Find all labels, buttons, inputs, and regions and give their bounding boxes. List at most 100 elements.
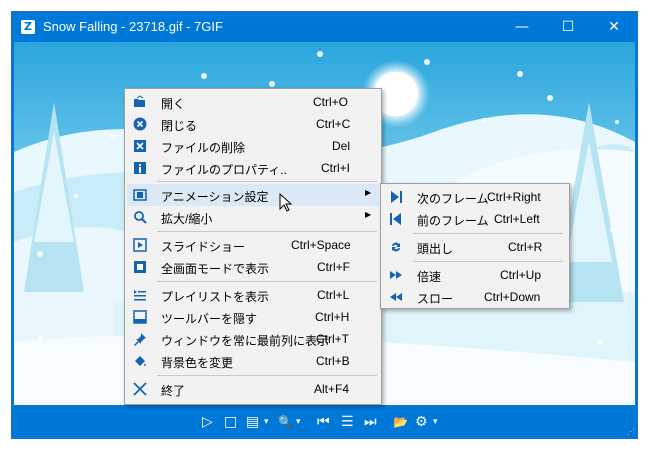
zoom-button[interactable]: 🔍 — [278, 413, 293, 431]
playlist-button[interactable]: ☰ — [341, 413, 354, 431]
menu-separator — [413, 233, 563, 234]
animation-icon — [133, 189, 147, 201]
menu-item-label: ツールバーを隠す — [161, 312, 258, 326]
submenu-item-shortcut: Ctrl+R — [508, 240, 543, 254]
menu-item-hide-toolbar[interactable]: ツールバーを隠す Ctrl+H — [127, 306, 379, 328]
player-toolbar: ▷ □ ▤ ▾ 🔍 ▾ ⏮ ☰ ⏭ 📂 ⚙ ▾ ⋰ — [12, 405, 637, 438]
submenu-item-label: 前のフレーム — [417, 214, 489, 228]
menu-item-label: 終了 — [161, 384, 186, 398]
open-icon — [134, 95, 145, 107]
menu-item-properties[interactable]: ファイルのプロパティ.. Ctrl+I — [127, 157, 379, 179]
menu-item-close[interactable]: 閉じる Ctrl+C — [127, 113, 379, 135]
menu-item-shortcut: Ctrl+B — [316, 354, 350, 368]
menu-item-shortcut: Ctrl+C — [316, 117, 351, 131]
submenu-item-shortcut: Ctrl+Up — [500, 268, 542, 282]
menu-item-label: 開く — [161, 97, 186, 111]
mouse-cursor-icon — [279, 193, 293, 212]
toolbar-icon — [133, 310, 147, 324]
menu-item-playlist[interactable]: プレイリストを表示 Ctrl+L — [127, 284, 379, 306]
menu-item-open[interactable]: 開く Ctrl+O — [127, 91, 379, 113]
window-title: Snow Falling - 23718.gif - 7GIF — [43, 19, 223, 34]
submenu-item-label: 頭出し — [417, 242, 454, 256]
frames-dropdown-icon[interactable]: ▾ — [264, 413, 269, 431]
menu-item-label: スライドショー — [161, 240, 246, 254]
menu-separator — [157, 281, 377, 282]
menu-item-shortcut: Ctrl+L — [317, 288, 350, 302]
menu-item-shortcut: Ctrl+T — [316, 332, 349, 346]
menu-item-shortcut: Ctrl+O — [313, 95, 349, 109]
menu-separator — [157, 231, 377, 232]
menu-item-delete[interactable]: ファイルの削除 Del — [127, 135, 379, 157]
minimize-button[interactable]: — — [499, 12, 545, 42]
next-button[interactable]: ⏭ — [364, 413, 377, 431]
close-button[interactable]: ✕ — [591, 12, 637, 42]
slideshow-icon — [133, 238, 147, 252]
submenu-item-prev-frame[interactable]: 前のフレーム Ctrl+Left — [383, 208, 567, 230]
previous-button[interactable]: ⏮ — [317, 413, 330, 431]
menu-item-exit[interactable]: 終了 Alt+F4 — [127, 378, 379, 400]
settings-button[interactable]: ⚙ — [415, 413, 428, 431]
menu-item-slideshow[interactable]: スライドショー Ctrl+Space — [127, 234, 379, 256]
app-logo-icon: Z — [21, 20, 35, 34]
submenu-item-shortcut: Ctrl+Down — [484, 290, 541, 304]
menu-item-shortcut: Ctrl+I — [321, 161, 351, 175]
menu-item-zoom[interactable]: 拡大/縮小 ▶ — [127, 206, 379, 228]
open-folder-button[interactable]: 📂 — [393, 413, 408, 431]
submenu-item-next-frame[interactable]: 次のフレーム Ctrl+Right — [383, 186, 567, 208]
rewind-icon — [392, 242, 400, 252]
close-file-icon — [133, 117, 147, 131]
menu-item-label: 全画面モードで表示 — [161, 262, 270, 276]
prev-frame-icon — [390, 213, 401, 225]
menu-item-fullscreen[interactable]: 全画面モードで表示 Ctrl+F — [127, 256, 379, 278]
pin-icon — [134, 333, 146, 346]
context-menu: 開く Ctrl+O 閉じる Ctrl+C ファイルの削除 Del ファイルのプロ… — [124, 88, 382, 405]
submenu-item-rewind[interactable]: 頭出し Ctrl+R — [383, 236, 567, 258]
submenu-item-label: スロー — [417, 292, 454, 306]
menu-item-label: ウィンドウを常に最前列に表示 — [161, 334, 330, 348]
settings-dropdown-icon[interactable]: ▾ — [433, 413, 438, 431]
zoom-dropdown-icon[interactable]: ▾ — [296, 413, 301, 431]
delete-icon — [134, 140, 146, 152]
stop-button[interactable]: □ — [224, 413, 237, 431]
submenu-item-fast[interactable]: 倍速 Ctrl+Up — [383, 264, 567, 286]
menu-item-label: ファイルのプロパティ.. — [161, 163, 287, 177]
playlist-icon — [134, 290, 146, 301]
next-frame-icon — [391, 191, 402, 203]
zoom-icon — [134, 211, 147, 224]
submenu-item-slow[interactable]: スロー Ctrl+Down — [383, 286, 567, 308]
play-button[interactable]: ▷ — [202, 413, 213, 431]
title-bar[interactable]: Z Snow Falling - 23718.gif - 7GIF — ☐ ✕ — [12, 12, 637, 42]
fullscreen-icon — [134, 261, 146, 273]
menu-separator — [157, 375, 377, 376]
menu-item-label: プレイリストを表示 — [161, 290, 270, 304]
submenu-item-label: 倍速 — [417, 270, 442, 284]
menu-item-always-on-top[interactable]: ウィンドウを常に最前列に表示 Ctrl+T — [127, 328, 379, 350]
fast-forward-icon — [390, 271, 402, 279]
submenu-item-label: 次のフレーム — [417, 192, 489, 206]
paint-bucket-icon — [135, 356, 146, 366]
menu-item-shortcut: Del — [332, 139, 351, 153]
info-icon — [134, 162, 146, 174]
menu-separator — [157, 181, 377, 182]
menu-item-label: 閉じる — [161, 119, 198, 133]
menu-item-background-color[interactable]: 背景色を変更 Ctrl+B — [127, 350, 379, 372]
submenu-item-shortcut: Ctrl+Right — [487, 190, 541, 204]
menu-item-animation-settings[interactable]: アニメーション設定 ▶ — [127, 184, 379, 206]
submenu-arrow-icon: ▶ — [365, 188, 372, 197]
frames-button[interactable]: ▤ — [246, 413, 259, 431]
menu-separator — [413, 261, 563, 262]
menu-item-shortcut: Ctrl+H — [315, 310, 350, 324]
menu-item-shortcut: Ctrl+Space — [291, 238, 351, 252]
slow-icon — [390, 293, 402, 301]
submenu-arrow-icon: ▶ — [365, 210, 372, 219]
menu-item-label: 拡大/縮小 — [161, 212, 213, 226]
menu-item-shortcut: Alt+F4 — [314, 382, 350, 396]
menu-item-label: 背景色を変更 — [161, 356, 234, 370]
maximize-button[interactable]: ☐ — [545, 12, 591, 42]
submenu-item-shortcut: Ctrl+Left — [494, 212, 540, 226]
animation-submenu: 次のフレーム Ctrl+Right 前のフレーム Ctrl+Left 頭出し C… — [380, 183, 570, 309]
menu-item-shortcut: Ctrl+F — [317, 260, 350, 274]
exit-icon — [133, 382, 147, 396]
menu-item-label: ファイルの削除 — [161, 141, 246, 155]
resize-grip[interactable]: ⋰ — [627, 427, 635, 436]
